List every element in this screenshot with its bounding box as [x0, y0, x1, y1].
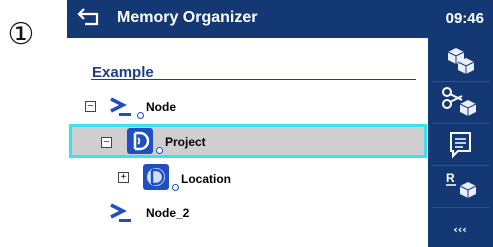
collapse-toggle[interactable]: – — [101, 137, 112, 148]
clock: 09:46 — [445, 10, 484, 27]
cut-icon — [442, 87, 477, 116]
svg-text:‹‹‹: ‹‹‹ — [453, 223, 467, 236]
node-ring-icon — [137, 112, 144, 119]
tree-panel: Example – Node – Project + Location Node… — [67, 38, 428, 247]
tree-row-node-2[interactable]: Node_2 — [77, 196, 417, 228]
section-label: Node — [69, 38, 99, 52]
node-icon — [110, 97, 131, 116]
app-title: Memory Organizer — [117, 9, 258, 26]
divider — [91, 79, 416, 80]
tree-item-label: Project — [165, 135, 206, 149]
project-icon — [127, 128, 153, 154]
step-marker: ① — [7, 17, 35, 52]
more-icon: ‹‹‹ — [453, 223, 467, 236]
expand-toggle[interactable]: + — [118, 172, 129, 183]
tree-row-location[interactable]: + Location — [77, 162, 417, 194]
comment-icon — [450, 132, 471, 159]
rename-icon: R — [446, 171, 477, 198]
tree-item-label: Node_2 — [146, 206, 190, 220]
rename-button[interactable]: R — [428, 166, 493, 206]
node-icon — [110, 203, 131, 222]
title-bar: Memory Organizer 09:46 — [67, 0, 493, 38]
back-arrow-icon — [77, 8, 99, 26]
comment-button[interactable] — [428, 124, 493, 164]
node-ring-icon — [172, 184, 179, 191]
location-icon — [143, 164, 169, 190]
svg-text:R: R — [446, 171, 455, 185]
more-button[interactable]: ‹‹‹ — [428, 208, 493, 247]
add-structure-button[interactable] — [428, 40, 493, 80]
node-ring-icon — [156, 147, 163, 154]
device-screen: Memory Organizer 09:46 Node Example – No… — [67, 0, 493, 247]
tree-item-label: Node — [146, 100, 176, 114]
cut-button[interactable] — [428, 82, 493, 122]
add-structure-icon — [447, 48, 475, 74]
tree-item-label: Location — [181, 172, 231, 186]
collapse-toggle[interactable]: – — [85, 101, 96, 112]
back-button[interactable] — [75, 4, 105, 32]
tree-row-project[interactable]: – Project — [69, 124, 427, 158]
tree-row-node[interactable]: – Node — [77, 90, 417, 122]
action-sidebar: R ‹‹‹ — [428, 38, 493, 247]
